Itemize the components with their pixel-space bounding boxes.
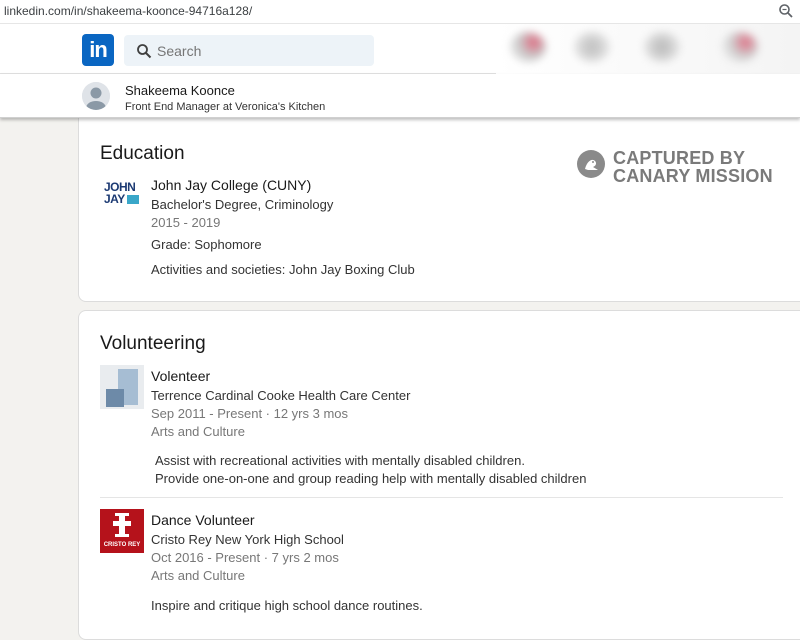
section-title: Education [100, 143, 185, 164]
watermark-text: CAPTURED BY CANARY MISSION [613, 149, 773, 185]
activities: Activities and societies: John Jay Boxin… [151, 262, 415, 277]
profile-headline: Front End Manager at Veronica's Kitchen [125, 101, 326, 113]
volunteer-org[interactable]: Terrence Cardinal Cooke Health Care Cent… [151, 388, 410, 403]
cross-emblem-icon [113, 513, 131, 537]
logo-accent [127, 195, 139, 204]
logo-block [106, 389, 124, 407]
default-org-logo[interactable] [100, 365, 144, 409]
education-dates: 2015 - 2019 [151, 215, 221, 230]
volunteer-org[interactable]: Cristo Rey New York High School [151, 532, 344, 547]
watermark-line1: CAPTURED BY [613, 148, 746, 168]
volunteer-description: Provide one-on-one and group reading hel… [155, 471, 587, 486]
sticky-profile-bar: Shakeema Koonce Front End Manager at Ver… [0, 74, 800, 118]
watermark-stamp: CAPTURED BY CANARY MISSION [576, 149, 776, 189]
blurred-nav-icons [496, 24, 800, 74]
blurred-nav-icon[interactable] [644, 32, 680, 62]
volunteer-description: Inspire and critique high school dance r… [151, 598, 423, 613]
education-card: Education CAPTURED BY CANARY MISSION JOH… [78, 110, 800, 302]
volunteer-role: Dance Volunteer [151, 512, 255, 528]
zoom-magnifier-icon[interactable] [778, 3, 794, 19]
john-jay-logo[interactable]: JOHN JAY [104, 181, 140, 211]
canary-mission-logo-icon [577, 150, 605, 178]
section-title: Volunteering [100, 333, 206, 354]
top-navigation: in [0, 24, 800, 74]
blurred-nav-icon[interactable] [722, 32, 758, 62]
linkedin-logo[interactable]: in [82, 34, 114, 66]
profile-name: Shakeema Koonce [125, 83, 235, 98]
logo-text: CRISTO REY [103, 542, 141, 548]
logo-text: in [89, 37, 108, 62]
volunteer-dates: Oct 2016 - Present · 7 yrs 2 mos [151, 550, 339, 565]
degree: Bachelor's Degree, Criminology [151, 197, 334, 212]
volunteering-card: Volunteering Volenteer Terrence Cardinal… [78, 310, 800, 640]
blurred-nav-icon[interactable] [574, 32, 610, 62]
volunteer-description: Assist with recreational activities with… [155, 453, 525, 468]
grade: Grade: Sophomore [151, 237, 262, 252]
school-name[interactable]: John Jay College (CUNY) [151, 177, 311, 193]
url-text[interactable]: linkedin.com/in/shakeema-koonce-94716a12… [4, 4, 252, 18]
search-box[interactable] [124, 35, 374, 66]
person-silhouette-icon [82, 82, 110, 110]
volunteer-cause: Arts and Culture [151, 424, 245, 439]
blurred-nav-icon[interactable] [510, 32, 546, 62]
cristo-rey-logo[interactable]: CRISTO REY [100, 509, 144, 553]
search-input[interactable] [157, 41, 357, 60]
volunteer-dates: Sep 2011 - Present · 12 yrs 3 mos [151, 406, 349, 421]
avatar[interactable] [82, 82, 110, 110]
browser-url-bar[interactable]: linkedin.com/in/shakeema-koonce-94716a12… [0, 0, 800, 24]
watermark-line2: CANARY MISSION [613, 166, 773, 186]
volunteer-role: Volenteer [151, 368, 211, 384]
search-icon [137, 44, 152, 59]
logo-line2: JAY [104, 192, 125, 206]
divider [100, 497, 783, 498]
volunteer-cause: Arts and Culture [151, 568, 245, 583]
